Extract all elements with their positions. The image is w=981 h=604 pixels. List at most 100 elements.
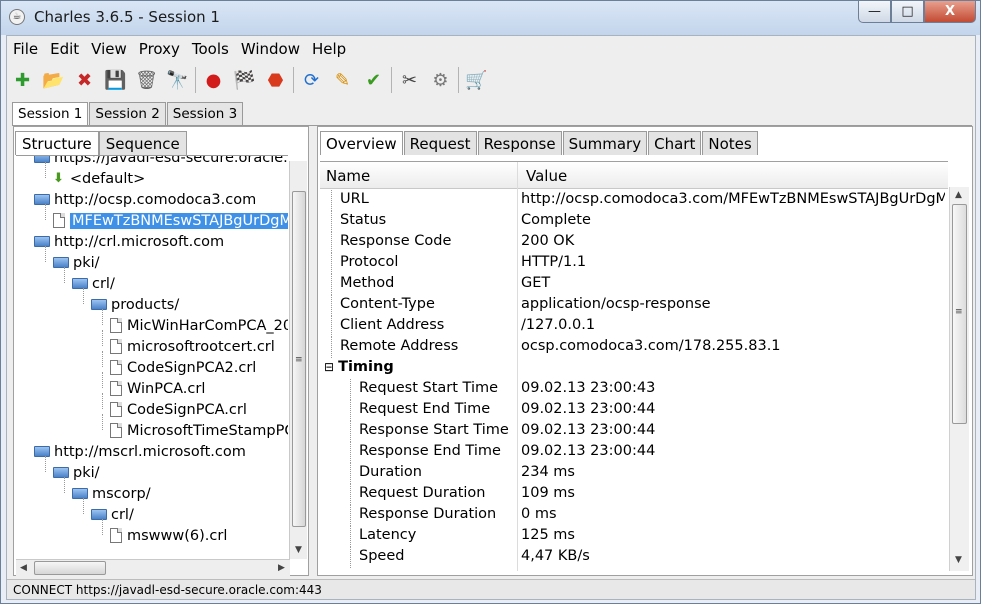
clear-session-icon[interactable]: 🗑 xyxy=(133,67,160,94)
tree-node-label: MicrosoftTimeStampPC xyxy=(127,422,288,439)
open-session-icon[interactable]: 📂 xyxy=(40,67,67,94)
tree-guide-line xyxy=(350,421,351,442)
menu-edit[interactable]: Edit xyxy=(44,38,85,60)
tree-node-label: https://javadl-esd-secure.oracle.com xyxy=(54,155,288,166)
menu-window[interactable]: Window xyxy=(235,38,306,60)
tree-guide-line xyxy=(102,309,103,325)
tree-node[interactable]: products/ xyxy=(91,294,179,315)
tree-node[interactable]: http://mscrl.microsoft.com xyxy=(34,441,246,462)
find-icon[interactable]: 🔭 xyxy=(164,67,191,94)
tree-node[interactable]: microsoftrootcert.crl xyxy=(110,336,275,357)
tree-node[interactable]: http://crl.microsoft.com xyxy=(34,231,224,252)
table-row[interactable]: ⊟ Timing xyxy=(320,358,948,379)
table-vertical-scrollbar[interactable]: ▲ ≡ ▼ xyxy=(949,187,969,571)
new-session-icon[interactable]: ✚ xyxy=(9,67,36,94)
table-row[interactable]: Content-Type application/ocsp-response xyxy=(320,295,948,316)
tree-node[interactable]: crl/ xyxy=(72,273,115,294)
table-row[interactable]: Request End Time 09.02.13 23:00:44 xyxy=(320,400,948,421)
table-row[interactable]: Client Address/127.0.0.1 xyxy=(320,316,948,337)
menu-view[interactable]: View xyxy=(85,38,133,60)
tree-node[interactable]: mswww(6).crl xyxy=(110,525,227,546)
tree-hscroll-thumb[interactable] xyxy=(34,561,106,575)
scroll-right-arrow-icon[interactable]: ▶ xyxy=(278,563,285,573)
tree-node[interactable]: WinPCA.crl xyxy=(110,378,205,399)
repeat-icon[interactable]: ⟳ xyxy=(298,67,325,94)
table-row[interactable]: Response Duration 0 ms xyxy=(320,505,948,526)
tree-node[interactable]: http://ocsp.comodoca3.com xyxy=(34,189,256,210)
table-row[interactable]: Response Code 200 OK xyxy=(320,232,948,253)
tab-structure[interactable]: Structure xyxy=(15,131,99,155)
menu-file[interactable]: File xyxy=(7,38,44,60)
breakpoints-icon[interactable]: ⬣ xyxy=(262,67,289,94)
table-row[interactable]: Remote Address ocsp.comodoca3.com/178.255… xyxy=(320,337,948,358)
folder-icon xyxy=(34,194,50,205)
row-value: http://ocsp.comodoca3.com/MFEwTzBNMEswST… xyxy=(521,191,945,207)
shop-icon[interactable]: 🛒 xyxy=(463,67,490,94)
tree-node[interactable]: pki/ xyxy=(53,462,100,483)
settings-icon[interactable]: ⚙ xyxy=(427,67,454,94)
tab-sequence[interactable]: Sequence xyxy=(98,131,187,155)
record-icon[interactable]: ● xyxy=(200,67,227,94)
row-value: 125 ms xyxy=(521,527,575,543)
session-tab-3[interactable]: Session 3 xyxy=(166,102,244,125)
session-tab-2[interactable]: Session 2 xyxy=(89,102,166,125)
expand-toggle-icon[interactable]: ⊟ xyxy=(324,360,334,374)
tab-request[interactable]: Request xyxy=(403,131,477,155)
tree-node-label: WinPCA.crl xyxy=(127,380,206,397)
tab-notes[interactable]: Notes xyxy=(702,131,758,155)
maximize-button[interactable]: □ xyxy=(891,1,924,23)
tree-guide-line xyxy=(350,505,351,526)
row-name-text: Timing xyxy=(338,359,394,375)
table-row[interactable]: Request Duration 109 ms xyxy=(320,484,948,505)
menu-proxy[interactable]: Proxy xyxy=(133,38,186,60)
tab-summary[interactable]: Summary xyxy=(562,131,648,155)
tab-chart[interactable]: Chart xyxy=(648,131,702,155)
tree-node[interactable]: CodeSignPCA2.crl xyxy=(110,357,256,378)
tree-node[interactable]: crl/ xyxy=(91,504,134,525)
edit-icon[interactable]: ✎ xyxy=(329,67,356,94)
tree-guide-line xyxy=(64,267,65,283)
scroll-left-arrow-icon[interactable]: ◀ xyxy=(20,563,27,573)
column-name-header[interactable]: Name xyxy=(326,167,370,185)
table-row[interactable]: Response Start Time 09.02.13 23:00:44 xyxy=(320,421,948,442)
tree-horizontal-scrollbar[interactable]: ◀ ▶ xyxy=(16,559,290,576)
tree-vertical-scrollbar[interactable]: ≡ ▼ xyxy=(289,161,307,559)
table-row[interactable]: Speed 4,47 KB/s xyxy=(320,547,948,568)
validate-icon[interactable]: ✔ xyxy=(360,67,387,94)
table-row[interactable]: Request Start Time 09.02.13 23:00:43 xyxy=(320,379,948,400)
table-row[interactable]: Protocol HTTP/1.1 xyxy=(320,253,948,274)
menu-help[interactable]: Help xyxy=(306,38,352,60)
table-row[interactable]: Method GET xyxy=(320,274,948,295)
file-icon xyxy=(110,528,122,543)
tools-icon[interactable]: ✂ xyxy=(396,67,423,94)
close-session-icon[interactable]: ✖ xyxy=(71,67,98,94)
scroll-up-arrow-icon[interactable]: ▲ xyxy=(955,190,962,200)
tree-node[interactable]: MicWinHarComPCA_20 xyxy=(110,315,288,336)
scroll-down-arrow-icon[interactable]: ▼ xyxy=(955,555,962,565)
tree-node[interactable]: CodeSignPCA.crl xyxy=(110,399,247,420)
session-tab-1[interactable]: Session 1 xyxy=(12,102,89,126)
scroll-down-arrow-icon[interactable]: ▼ xyxy=(295,545,302,555)
tree-node-label: http://ocsp.comodoca3.com xyxy=(54,191,257,208)
tree-guide-line xyxy=(45,162,46,178)
tree-guide-line xyxy=(350,547,351,568)
menu-tools[interactable]: Tools xyxy=(186,38,235,60)
tree-node[interactable]: https://javadl-esd-secure.oracle.com xyxy=(34,155,288,168)
table-row[interactable]: Latency 125 ms xyxy=(320,526,948,547)
row-value: 09.02.13 23:00:43 xyxy=(521,380,656,396)
throttle-icon[interactable]: 🏁 xyxy=(231,67,258,94)
tab-overview[interactable]: Overview xyxy=(320,131,403,155)
minimize-button[interactable]: — xyxy=(858,1,891,23)
table-row[interactable]: Status Complete xyxy=(320,211,948,232)
table-row[interactable]: Duration 234 ms xyxy=(320,463,948,484)
tree-node[interactable]: MicrosoftTimeStampPC xyxy=(110,420,288,441)
column-value-header[interactable]: Value xyxy=(526,167,567,185)
table-row[interactable]: Response End Time 09.02.13 23:00:44 xyxy=(320,442,948,463)
save-session-icon[interactable]: 💾 xyxy=(102,67,129,94)
tree-node[interactable]: MFEwTzBNMEswSTAJBgUrDgMC xyxy=(53,210,288,231)
close-button[interactable]: X xyxy=(924,1,976,23)
tab-response[interactable]: Response xyxy=(477,131,562,155)
tree-node[interactable]: pki/ xyxy=(53,252,100,273)
tree-node[interactable]: ⬇ <default> xyxy=(53,168,145,189)
table-row[interactable]: URL http://ocsp.comodoca3.com/MFEwTzBNMEs… xyxy=(320,190,948,211)
